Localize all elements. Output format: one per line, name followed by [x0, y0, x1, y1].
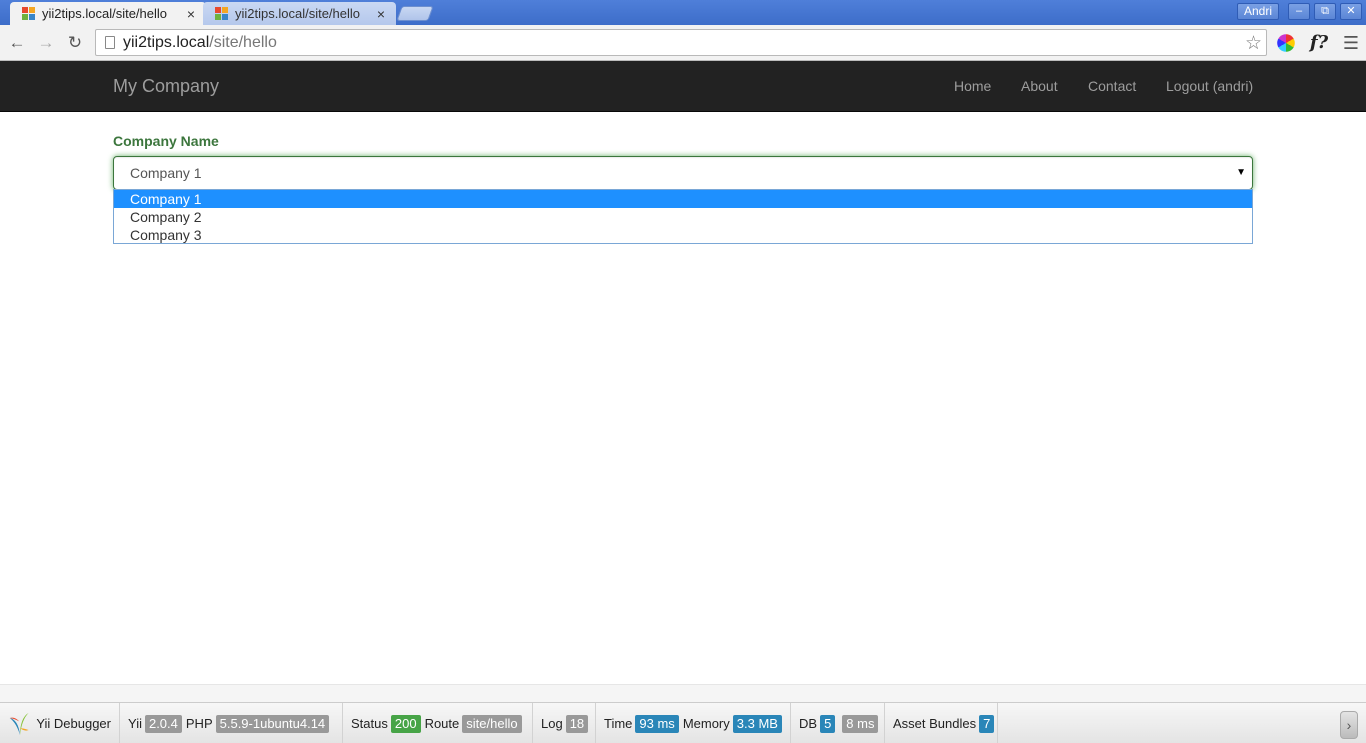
debug-toolbar-edge — [0, 684, 1366, 702]
back-icon[interactable]: ← — [6, 32, 28, 54]
company-option-3[interactable]: Company 3 — [114, 226, 1252, 244]
reload-icon[interactable]: ↻ — [64, 32, 86, 54]
company-dropdown-list: Company 1 Company 2 Company 3 — [113, 189, 1253, 244]
new-tab-button[interactable] — [396, 6, 434, 21]
debug-request-block[interactable]: Status 200 Route site/hello — [343, 703, 533, 743]
company-select[interactable]: Company 1 ▼ — [113, 156, 1253, 190]
company-option-2[interactable]: Company 2 — [114, 208, 1252, 226]
browser-toolbar: ← → ↻ yii2tips.local/site/hello ☆ f? ☰ — [0, 25, 1366, 61]
font-finder-extension-icon[interactable]: f? — [1306, 32, 1332, 54]
bookmark-star-icon[interactable]: ☆ — [1245, 32, 1262, 55]
tab-title: yii2tips.local/site/hello — [235, 6, 361, 21]
php-version-badge: 5.5.9-1ubuntu4.14 — [215, 714, 330, 733]
route-badge: site/hello — [462, 714, 522, 733]
status-label: Status — [351, 716, 388, 731]
profile-button[interactable]: Andri — [1237, 3, 1280, 20]
nav-home[interactable]: Home — [954, 78, 991, 94]
tab-close-icon[interactable]: × — [374, 6, 388, 22]
forward-icon[interactable]: → — [35, 32, 57, 54]
nav-logout[interactable]: Logout (andri) — [1166, 78, 1253, 94]
memory-badge: 3.3 MB — [732, 714, 782, 733]
chrome-menu-icon[interactable]: ☰ — [1340, 32, 1362, 54]
assets-count-badge: 7 — [979, 714, 995, 733]
yii-version-badge: 2.0.4 — [144, 714, 182, 733]
debug-config-block[interactable]: Yii 2.0.4 PHP 5.5.9-1ubuntu4.14 — [120, 703, 343, 743]
company-option-1[interactable]: Company 1 — [114, 190, 1252, 208]
tab-active[interactable]: yii2tips.local/site/hello × — [10, 2, 206, 25]
yii-debug-toolbar: Yii Debugger Yii 2.0.4 PHP 5.5.9-1ubuntu… — [0, 702, 1366, 743]
debugger-home[interactable]: Yii Debugger — [0, 703, 120, 743]
debug-assets-block[interactable]: Asset Bundles 7 — [885, 703, 998, 743]
tab-title: yii2tips.local/site/hello — [42, 6, 168, 21]
company-select-value: Company 1 — [130, 165, 202, 181]
php-label: PHP — [185, 716, 213, 731]
debug-db-block[interactable]: DB 5 8 ms — [791, 703, 885, 743]
db-time-badge: 8 ms — [842, 714, 879, 733]
color-picker-extension-icon[interactable] — [1277, 34, 1295, 52]
page-icon — [105, 36, 115, 49]
nav-about[interactable]: About — [1021, 78, 1058, 94]
yii-logo-icon — [9, 712, 29, 735]
tab-inactive[interactable]: yii2tips.local/site/hello × — [203, 2, 396, 25]
assets-label: Asset Bundles — [893, 716, 977, 731]
yii-favicon-icon — [22, 6, 36, 21]
url-path: /site/hello — [209, 33, 277, 51]
yii-label: Yii — [128, 716, 142, 731]
debug-log-block[interactable]: Log 18 — [533, 703, 596, 743]
address-bar[interactable]: yii2tips.local/site/hello ☆ — [95, 29, 1267, 56]
select-caret-icon: ▼ — [1236, 167, 1246, 178]
time-label: Time — [604, 716, 633, 731]
time-badge: 93 ms — [635, 714, 679, 733]
log-count-badge: 18 — [565, 714, 589, 733]
site-navbar: My Company Home About Contact Logout (an… — [0, 61, 1366, 112]
company-name-label: Company Name — [113, 133, 219, 149]
tab-strip: yii2tips.local/site/hello × yii2tips.loc… — [0, 0, 1366, 25]
memory-label: Memory — [682, 716, 730, 731]
db-queries-badge: 5 — [820, 714, 836, 733]
navbar-brand[interactable]: My Company — [113, 76, 219, 97]
db-label: DB — [799, 716, 818, 731]
tab-close-icon[interactable]: × — [184, 6, 198, 22]
debugger-title: Yii Debugger — [36, 716, 111, 731]
restore-button[interactable]: ⧉ — [1314, 3, 1336, 20]
address-url: yii2tips.local/site/hello — [123, 34, 277, 52]
nav-contact[interactable]: Contact — [1088, 78, 1136, 94]
close-window-button[interactable]: ✕ — [1340, 3, 1362, 20]
url-host: yii2tips.local — [123, 33, 210, 51]
status-badge: 200 — [390, 714, 421, 733]
debug-toggle-chevron-icon[interactable]: › — [1340, 711, 1358, 739]
route-label: Route — [424, 716, 460, 731]
log-label: Log — [541, 716, 563, 731]
yii-favicon-icon — [215, 6, 229, 21]
minimize-button[interactable]: – — [1288, 3, 1310, 20]
debug-profiling-block[interactable]: Time 93 ms Memory 3.3 MB — [596, 703, 791, 743]
